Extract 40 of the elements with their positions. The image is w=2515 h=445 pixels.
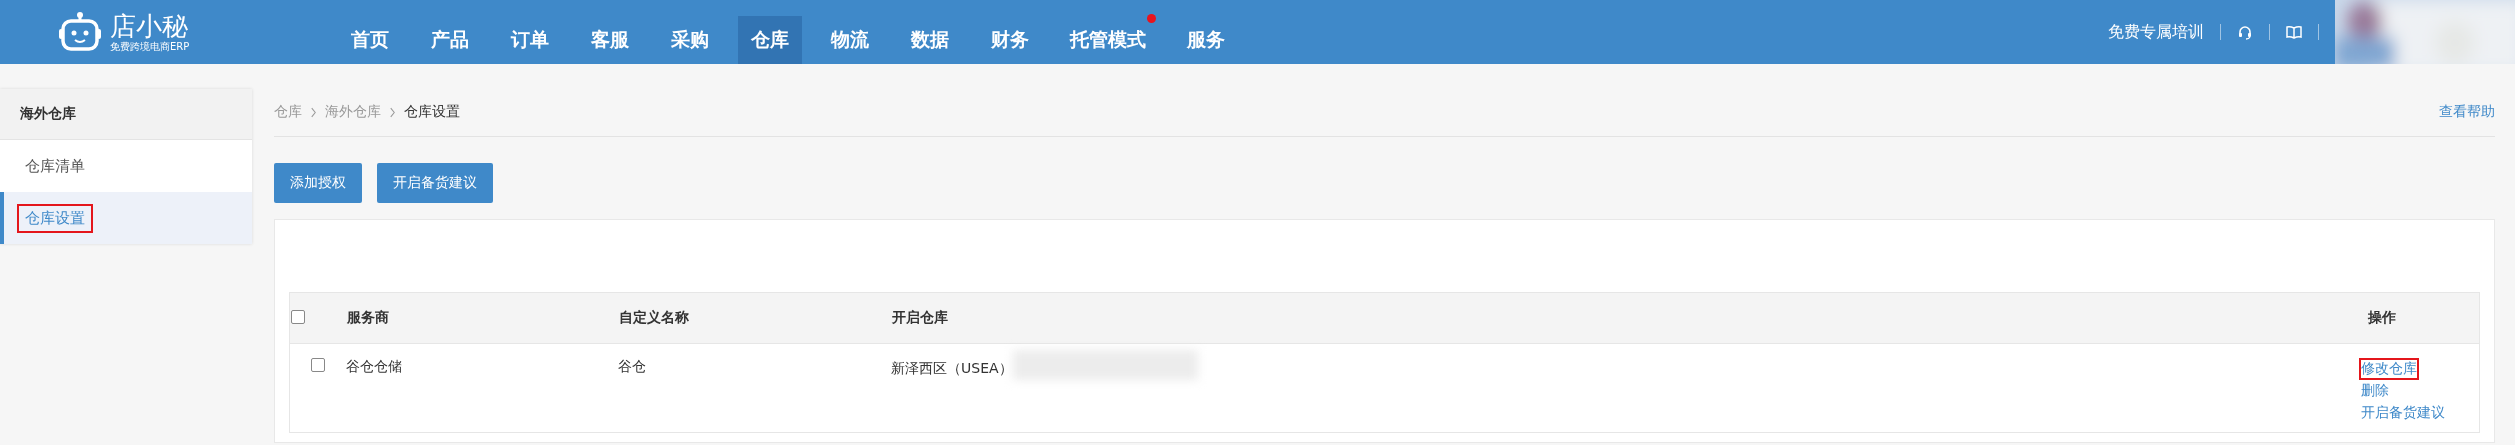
action-link[interactable]: 删除: [2359, 380, 2391, 402]
nav-tab[interactable]: 采购: [658, 16, 722, 64]
checkbox[interactable]: [311, 358, 325, 372]
nav-tab[interactable]: 客服: [578, 16, 642, 64]
nav-tab[interactable]: 产品: [418, 16, 482, 64]
logo-tagline: 免费跨境电商ERP: [110, 41, 190, 53]
nav-tab[interactable]: 财务: [978, 16, 1042, 64]
headset-icon[interactable]: [2237, 24, 2253, 40]
nav-tab[interactable]: 托管模式: [1058, 16, 1158, 64]
help-link[interactable]: 查看帮助: [2439, 103, 2495, 121]
sidebar-item[interactable]: 仓库设置: [0, 192, 252, 244]
training-link[interactable]: 免费专属培训: [2108, 21, 2204, 43]
nav-tab[interactable]: 服务: [1174, 16, 1238, 64]
chevron-icon: [389, 106, 396, 118]
action-button[interactable]: 添加授权: [274, 163, 362, 203]
breadcrumb-item[interactable]: 海外仓库: [325, 103, 381, 121]
checkbox[interactable]: [291, 309, 305, 324]
robot-logo-icon: [58, 12, 102, 52]
nav-tab[interactable]: 仓库: [738, 16, 802, 64]
breadcrumb-item[interactable]: 仓库: [274, 103, 302, 121]
book-icon[interactable]: [2286, 24, 2302, 40]
logo-wordmark: 店小秘: [110, 11, 189, 41]
sidebar-item[interactable]: 仓库清单: [0, 140, 252, 192]
column-header: 自定义名称: [618, 292, 891, 344]
nav-tab[interactable]: 数据: [898, 16, 962, 64]
table-cell: 新泽西区（USEA）: [891, 360, 1013, 378]
table-cell: 谷仓: [618, 343, 891, 433]
action-button[interactable]: 开启备货建议: [377, 163, 493, 203]
action-link[interactable]: 开启备货建议: [2359, 402, 2447, 424]
chevron-icon: [310, 106, 317, 118]
column-header: 服务商: [346, 292, 618, 344]
table-cell: 谷仓仓储: [346, 343, 618, 433]
action-link[interactable]: 修改仓库: [2359, 358, 2419, 380]
column-header: 操作: [2367, 292, 2480, 344]
nav-tab[interactable]: 首页: [338, 16, 402, 64]
column-header: 开启仓库: [891, 292, 2367, 344]
nav-tab[interactable]: 订单: [498, 16, 562, 64]
sidebar-title: 海外仓库: [0, 89, 252, 140]
nav-tab[interactable]: 物流: [818, 16, 882, 64]
breadcrumb-item: 仓库设置: [404, 103, 460, 121]
